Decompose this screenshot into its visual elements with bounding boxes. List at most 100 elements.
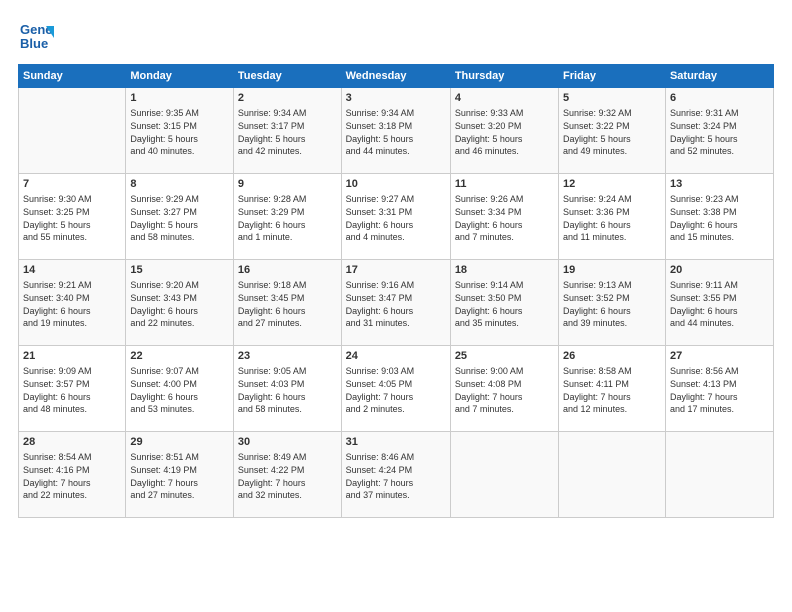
day-cell: 1 Sunrise: 9:35 AM Sunset: 3:15 PM Daylig… — [126, 88, 234, 174]
column-header-wednesday: Wednesday — [341, 65, 450, 88]
day-number: 11 — [455, 177, 554, 192]
column-header-thursday: Thursday — [450, 65, 558, 88]
day-number: 3 — [346, 91, 446, 106]
day-cell: 16 Sunrise: 9:18 AM Sunset: 3:45 PM Dayli… — [233, 260, 341, 346]
day-cell: 8Sunrise: 9:29 AM Sunset: 3:27 PM Daylig… — [126, 174, 234, 260]
day-cell: 22 Sunrise: 9:07 AM Sunset: 4:00 PM Dayli… — [126, 346, 234, 432]
day-info: Sunrise: 9:33 AM Sunset: 3:20 PM Dayligh… — [455, 108, 524, 156]
day-number: 27 — [670, 349, 769, 364]
day-number: 1 — [130, 91, 229, 106]
day-number: 8 — [130, 177, 229, 192]
day-number: 9 — [238, 177, 337, 192]
day-number: 18 — [455, 263, 554, 278]
day-number: 4 — [455, 91, 554, 106]
day-cell: 27 Sunrise: 8:56 AM Sunset: 4:13 PM Dayli… — [665, 346, 773, 432]
day-number: 31 — [346, 435, 446, 450]
day-number: 17 — [346, 263, 446, 278]
day-info: Sunrise: 9:35 AM Sunset: 3:15 PM Dayligh… — [130, 108, 199, 156]
day-cell: 11 Sunrise: 9:26 AM Sunset: 3:34 PM Dayli… — [450, 174, 558, 260]
day-number: 2 — [238, 91, 337, 106]
day-number: 25 — [455, 349, 554, 364]
day-info: Sunrise: 9:32 AM Sunset: 3:22 PM Dayligh… — [563, 108, 632, 156]
day-info: Sunrise: 9:34 AM Sunset: 3:18 PM Dayligh… — [346, 108, 415, 156]
day-number: 5 — [563, 91, 661, 106]
day-number: 7 — [23, 177, 121, 192]
day-cell: 26 Sunrise: 8:58 AM Sunset: 4:11 PM Dayli… — [559, 346, 666, 432]
calendar-header: SundayMondayTuesdayWednesdayThursdayFrid… — [19, 65, 774, 88]
day-number: 21 — [23, 349, 121, 364]
column-header-monday: Monday — [126, 65, 234, 88]
day-info: Sunrise: 9:23 AM Sunset: 3:38 PM Dayligh… — [670, 194, 739, 242]
day-cell — [559, 432, 666, 518]
day-number: 14 — [23, 263, 121, 278]
day-number: 22 — [130, 349, 229, 364]
day-cell: 4 Sunrise: 9:33 AM Sunset: 3:20 PM Daylig… — [450, 88, 558, 174]
day-number: 20 — [670, 263, 769, 278]
day-number: 12 — [563, 177, 661, 192]
calendar-body: 1 Sunrise: 9:35 AM Sunset: 3:15 PM Daylig… — [19, 88, 774, 518]
day-info: Sunrise: 9:14 AM Sunset: 3:50 PM Dayligh… — [455, 280, 524, 328]
day-number: 10 — [346, 177, 446, 192]
day-info: Sunrise: 8:56 AM Sunset: 4:13 PM Dayligh… — [670, 366, 739, 414]
day-cell: 14Sunrise: 9:21 AM Sunset: 3:40 PM Dayli… — [19, 260, 126, 346]
day-cell: 3 Sunrise: 9:34 AM Sunset: 3:18 PM Daylig… — [341, 88, 450, 174]
day-cell: 19 Sunrise: 9:13 AM Sunset: 3:52 PM Dayli… — [559, 260, 666, 346]
day-cell — [665, 432, 773, 518]
day-number: 19 — [563, 263, 661, 278]
day-number: 6 — [670, 91, 769, 106]
day-info: Sunrise: 8:51 AM Sunset: 4:19 PM Dayligh… — [130, 452, 199, 500]
day-cell: 30 Sunrise: 8:49 AM Sunset: 4:22 PM Dayli… — [233, 432, 341, 518]
day-info: Sunrise: 9:05 AM Sunset: 4:03 PM Dayligh… — [238, 366, 307, 414]
day-cell: 9Sunrise: 9:28 AM Sunset: 3:29 PM Daylig… — [233, 174, 341, 260]
day-cell: 20 Sunrise: 9:11 AM Sunset: 3:55 PM Dayli… — [665, 260, 773, 346]
day-cell: 18 Sunrise: 9:14 AM Sunset: 3:50 PM Dayli… — [450, 260, 558, 346]
day-cell: 12Sunrise: 9:24 AM Sunset: 3:36 PM Dayli… — [559, 174, 666, 260]
day-info: Sunrise: 9:26 AM Sunset: 3:34 PM Dayligh… — [455, 194, 524, 242]
week-row-1: 1 Sunrise: 9:35 AM Sunset: 3:15 PM Daylig… — [19, 88, 774, 174]
column-header-friday: Friday — [559, 65, 666, 88]
day-info: Sunrise: 9:07 AM Sunset: 4:00 PM Dayligh… — [130, 366, 199, 414]
day-info: Sunrise: 8:46 AM Sunset: 4:24 PM Dayligh… — [346, 452, 415, 500]
week-row-4: 21 Sunrise: 9:09 AM Sunset: 3:57 PM Dayli… — [19, 346, 774, 432]
day-cell: 21 Sunrise: 9:09 AM Sunset: 3:57 PM Dayli… — [19, 346, 126, 432]
day-info: Sunrise: 9:13 AM Sunset: 3:52 PM Dayligh… — [563, 280, 632, 328]
week-row-5: 28Sunrise: 8:54 AM Sunset: 4:16 PM Dayli… — [19, 432, 774, 518]
logo: General Blue — [18, 18, 54, 54]
day-number: 30 — [238, 435, 337, 450]
day-info: Sunrise: 8:58 AM Sunset: 4:11 PM Dayligh… — [563, 366, 632, 414]
day-cell — [450, 432, 558, 518]
day-number: 26 — [563, 349, 661, 364]
day-number: 29 — [130, 435, 229, 450]
svg-text:Blue: Blue — [20, 36, 48, 51]
day-info: Sunrise: 9:27 AM Sunset: 3:31 PM Dayligh… — [346, 194, 415, 242]
day-number: 15 — [130, 263, 229, 278]
day-info: Sunrise: 9:18 AM Sunset: 3:45 PM Dayligh… — [238, 280, 307, 328]
day-cell: 6Sunrise: 9:31 AM Sunset: 3:24 PM Daylig… — [665, 88, 773, 174]
logo-icon: General Blue — [18, 18, 54, 54]
day-info: Sunrise: 9:34 AM Sunset: 3:17 PM Dayligh… — [238, 108, 307, 156]
day-cell: 24Sunrise: 9:03 AM Sunset: 4:05 PM Dayli… — [341, 346, 450, 432]
day-info: Sunrise: 9:00 AM Sunset: 4:08 PM Dayligh… — [455, 366, 524, 414]
day-info: Sunrise: 9:03 AM Sunset: 4:05 PM Dayligh… — [346, 366, 415, 414]
day-number: 16 — [238, 263, 337, 278]
day-info: Sunrise: 9:20 AM Sunset: 3:43 PM Dayligh… — [130, 280, 199, 328]
day-cell: 31 Sunrise: 8:46 AM Sunset: 4:24 PM Dayli… — [341, 432, 450, 518]
day-info: Sunrise: 9:11 AM Sunset: 3:55 PM Dayligh… — [670, 280, 738, 328]
page: General Blue SundayMondayTuesdayWednesda… — [0, 0, 792, 612]
day-info: Sunrise: 9:16 AM Sunset: 3:47 PM Dayligh… — [346, 280, 415, 328]
day-info: Sunrise: 9:09 AM Sunset: 3:57 PM Dayligh… — [23, 366, 92, 414]
day-info: Sunrise: 9:30 AM Sunset: 3:25 PM Dayligh… — [23, 194, 92, 242]
day-cell: 10 Sunrise: 9:27 AM Sunset: 3:31 PM Dayli… — [341, 174, 450, 260]
column-header-sunday: Sunday — [19, 65, 126, 88]
day-cell: 5 Sunrise: 9:32 AM Sunset: 3:22 PM Daylig… — [559, 88, 666, 174]
day-info: Sunrise: 8:54 AM Sunset: 4:16 PM Dayligh… — [23, 452, 92, 500]
column-header-saturday: Saturday — [665, 65, 773, 88]
day-cell: 25 Sunrise: 9:00 AM Sunset: 4:08 PM Dayli… — [450, 346, 558, 432]
day-cell: 29 Sunrise: 8:51 AM Sunset: 4:19 PM Dayli… — [126, 432, 234, 518]
day-number: 13 — [670, 177, 769, 192]
day-cell: 28Sunrise: 8:54 AM Sunset: 4:16 PM Dayli… — [19, 432, 126, 518]
day-info: Sunrise: 8:49 AM Sunset: 4:22 PM Dayligh… — [238, 452, 307, 500]
day-cell: 2 Sunrise: 9:34 AM Sunset: 3:17 PM Daylig… — [233, 88, 341, 174]
day-cell: 23Sunrise: 9:05 AM Sunset: 4:03 PM Dayli… — [233, 346, 341, 432]
day-cell — [19, 88, 126, 174]
